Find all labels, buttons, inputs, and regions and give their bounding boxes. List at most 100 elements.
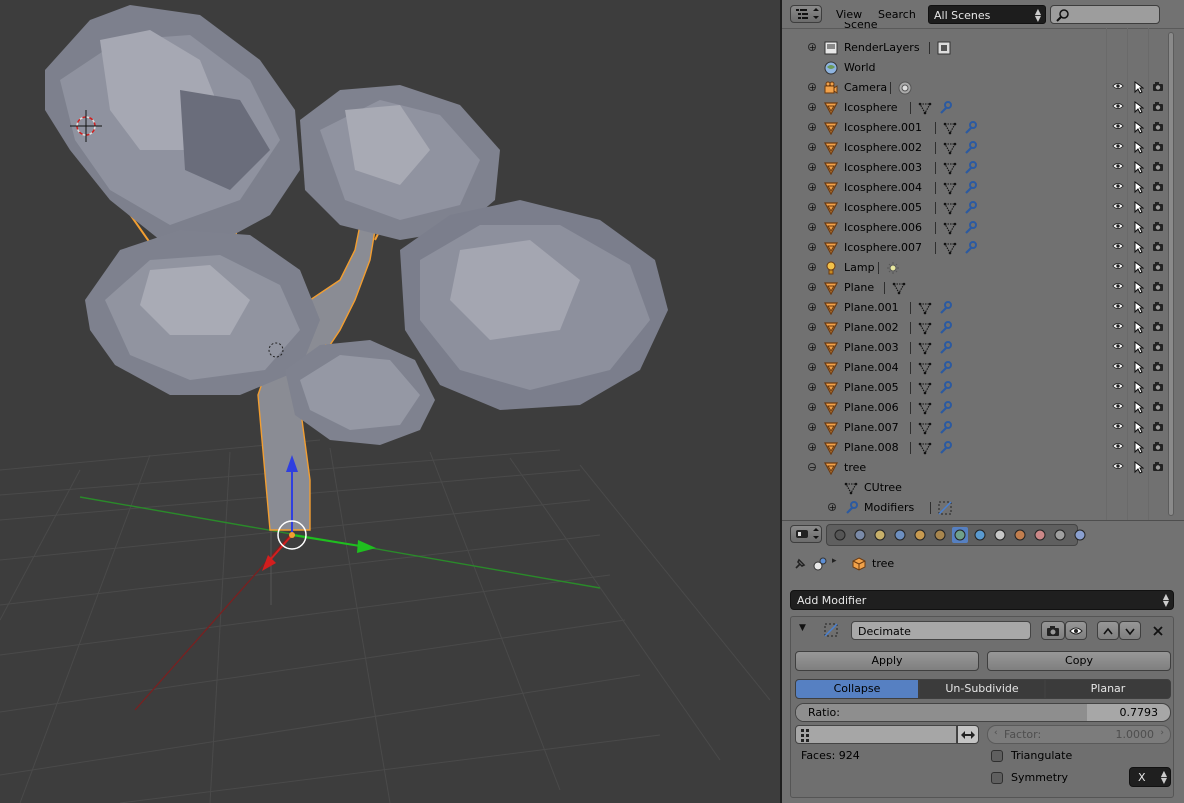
selectable-cursor-icon[interactable] [1134, 341, 1146, 354]
selectable-cursor-icon[interactable] [1134, 141, 1146, 154]
render-camera-icon[interactable] [1152, 141, 1164, 154]
move-down-button[interactable] [1119, 621, 1141, 640]
selectable-cursor-icon[interactable] [1134, 461, 1146, 474]
physics-tab-icon[interactable] [1052, 527, 1068, 543]
eye-icon[interactable] [1112, 281, 1124, 294]
render-layer-icon[interactable] [937, 41, 951, 55]
pin-icon[interactable] [792, 556, 808, 572]
wrench-icon[interactable] [938, 321, 952, 335]
render-camera-icon[interactable] [1152, 281, 1164, 294]
wrench-icon[interactable] [938, 341, 952, 355]
render-camera-icon[interactable] [1152, 201, 1164, 214]
expand-row-icon[interactable]: + [808, 323, 816, 332]
render-camera-icon[interactable] [1152, 361, 1164, 374]
factor-slider[interactable]: ‹ Factor: 1.0000 › [987, 725, 1171, 744]
selectable-cursor-icon[interactable] [1134, 241, 1146, 254]
render-camera-icon[interactable] [1152, 241, 1164, 254]
mesh-data-icon[interactable] [918, 341, 932, 355]
mesh-data-icon[interactable] [918, 361, 932, 375]
outliner-row[interactable]: + Plane.006 [782, 398, 1168, 418]
decimate-mode-planar[interactable]: Planar [1045, 679, 1171, 699]
eye-icon[interactable] [1112, 221, 1124, 234]
mesh-data-icon[interactable] [918, 301, 932, 315]
outliner-row[interactable]: + Icosphere.003 [782, 158, 1168, 178]
expand-row-icon[interactable]: + [808, 223, 816, 232]
selectable-cursor-icon[interactable] [1134, 161, 1146, 174]
eye-icon[interactable] [1112, 341, 1124, 354]
outliner-row[interactable]: + Lamp [782, 258, 1168, 278]
mesh-data-icon[interactable] [918, 381, 932, 395]
mesh-data-icon[interactable] [943, 121, 957, 135]
camera-data-icon[interactable] [898, 81, 912, 95]
wrench-icon[interactable] [938, 381, 952, 395]
expand-row-icon[interactable]: + [808, 203, 816, 212]
outliner-row[interactable]: + Icosphere.005 [782, 198, 1168, 218]
render-camera-icon[interactable] [1152, 261, 1164, 274]
render-camera-icon[interactable] [1152, 161, 1164, 174]
selectable-cursor-icon[interactable] [1134, 401, 1146, 414]
selectable-cursor-icon[interactable] [1134, 421, 1146, 434]
outliner-row[interactable]: + Plane.007 [782, 418, 1168, 438]
outliner-row[interactable]: + Plane [782, 278, 1168, 298]
mesh-data-icon[interactable] [918, 421, 932, 435]
mesh-data-icon[interactable] [892, 281, 906, 295]
selectable-cursor-icon[interactable] [1134, 381, 1146, 394]
vertex-group-field[interactable] [795, 725, 957, 744]
eye-icon[interactable] [1112, 241, 1124, 254]
expand-row-icon[interactable]: + [808, 43, 816, 52]
eye-icon[interactable] [1112, 201, 1124, 214]
wrench-icon[interactable] [938, 301, 952, 315]
triangulate-checkbox[interactable] [991, 750, 1003, 762]
render-camera-icon[interactable] [1152, 401, 1164, 414]
render-camera-icon[interactable] [1152, 461, 1164, 474]
expand-row-icon[interactable]: + [808, 283, 816, 292]
eye-icon[interactable] [1112, 181, 1124, 194]
wrench-icon[interactable] [963, 121, 977, 135]
outliner-row-scene[interactable]: Scene [782, 22, 1168, 32]
outliner-row[interactable]: + Camera [782, 78, 1168, 98]
outliner-row[interactable]: + Plane.003 [782, 338, 1168, 358]
mesh-data-icon[interactable] [943, 161, 957, 175]
viewport-scene[interactable] [0, 0, 780, 803]
expand-row-icon[interactable]: + [828, 503, 836, 512]
outliner-row[interactable]: + Icosphere.006 [782, 218, 1168, 238]
copy-button[interactable]: Copy [987, 651, 1171, 671]
wrench-icon[interactable] [938, 441, 952, 455]
selectable-cursor-icon[interactable] [1134, 121, 1146, 134]
symmetry-axis-select[interactable]: X ▲ ▼ [1129, 767, 1171, 787]
expand-row-icon[interactable]: + [808, 183, 816, 192]
render-tab-icon[interactable] [832, 527, 848, 543]
expand-row-icon[interactable]: + [808, 363, 816, 372]
outliner-row[interactable]: CUtree [782, 478, 1168, 498]
eye-icon[interactable] [1112, 161, 1124, 174]
modifier-name-field[interactable]: Decimate [851, 621, 1031, 640]
eye-icon[interactable] [1112, 461, 1124, 474]
material-tab-icon[interactable] [992, 527, 1008, 543]
expand-row-icon[interactable]: + [808, 83, 816, 92]
particles-tab-icon[interactable] [1032, 527, 1048, 543]
collapse-row-icon[interactable]: − [808, 463, 816, 472]
expand-row-icon[interactable]: + [808, 423, 816, 432]
wrench-icon[interactable] [963, 221, 977, 235]
mesh-data-icon[interactable] [918, 101, 932, 115]
wrench-icon[interactable] [963, 161, 977, 175]
add-modifier-menu[interactable]: Add Modifier ▲ ▼ [790, 590, 1174, 610]
eye-icon[interactable] [1112, 421, 1124, 434]
mesh-data-icon[interactable] [943, 221, 957, 235]
constraints-tab-icon[interactable] [932, 527, 948, 543]
editor-type-button[interactable] [790, 525, 822, 543]
outliner-scrollbar[interactable] [1168, 32, 1174, 516]
eye-icon[interactable] [1112, 301, 1124, 314]
selectable-cursor-icon[interactable] [1134, 101, 1146, 114]
wrench-icon[interactable] [963, 181, 977, 195]
selectable-cursor-icon[interactable] [1134, 261, 1146, 274]
lamp-data-icon[interactable] [886, 261, 900, 275]
selectable-cursor-icon[interactable] [1134, 181, 1146, 194]
mesh-data-icon[interactable] [943, 141, 957, 155]
mesh-data-icon[interactable] [943, 201, 957, 215]
expand-row-icon[interactable]: + [808, 103, 816, 112]
render-camera-icon[interactable] [1152, 101, 1164, 114]
wrench-icon[interactable] [938, 421, 952, 435]
decimate-mode-collapse[interactable]: Collapse [795, 679, 919, 699]
decimate-mode-un-subdivide[interactable]: Un-Subdivide [919, 679, 1045, 699]
